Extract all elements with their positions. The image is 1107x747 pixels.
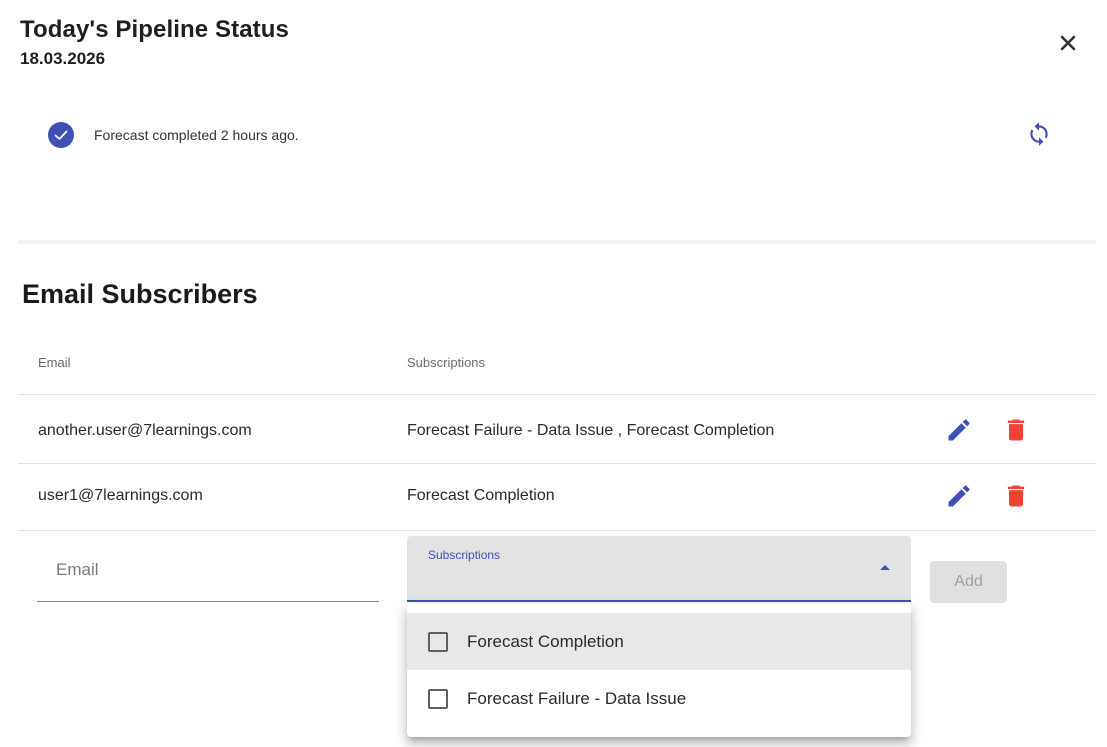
table-row-email: another.user@7learnings.com [38,422,252,439]
check-circle-icon [47,121,75,149]
arrow-up-icon [880,565,890,570]
page-date: 18.03.2026 [20,49,106,68]
table-header-divider [18,394,1096,395]
dropdown-option-forecast-failure[interactable]: Forecast Failure - Data Issue [407,670,911,727]
page-title: Today's Pipeline Status [20,16,289,43]
table-row-email: user1@7learnings.com [38,487,203,504]
refresh-icon[interactable] [1026,121,1052,147]
table-row-subscriptions: Forecast Completion [407,487,555,504]
section-title: Email Subscribers [22,279,258,309]
table-row-divider [18,530,1096,531]
dropdown-option-label: Forecast Failure - Data Issue [467,688,687,708]
table-row-divider [18,463,1096,464]
delete-icon[interactable] [1002,482,1030,510]
checkbox-icon[interactable] [428,631,448,652]
status-text: Forecast completed 2 hours ago. [94,127,299,143]
section-divider [18,240,1096,244]
dropdown-option-forecast-completion[interactable]: Forecast Completion [407,613,911,670]
email-input[interactable]: Email [56,560,99,580]
checkbox-icon[interactable] [428,688,448,709]
edit-icon[interactable] [945,482,973,510]
edit-icon[interactable] [945,416,973,444]
close-icon[interactable] [1055,30,1081,56]
delete-icon[interactable] [1002,416,1030,444]
column-header-subscriptions: Subscriptions [407,355,486,370]
subscriptions-dropdown-menu: Forecast Completion Forecast Failure - D… [407,604,911,737]
email-input-underline [37,601,379,602]
add-button[interactable]: Add [930,561,1007,603]
subscriptions-select-label: Subscriptions [428,548,501,562]
subscriptions-select[interactable] [407,536,911,602]
dropdown-option-label: Forecast Completion [467,631,624,651]
column-header-email: Email [38,355,71,370]
table-row-subscriptions: Forecast Failure - Data Issue , Forecast… [407,422,775,439]
